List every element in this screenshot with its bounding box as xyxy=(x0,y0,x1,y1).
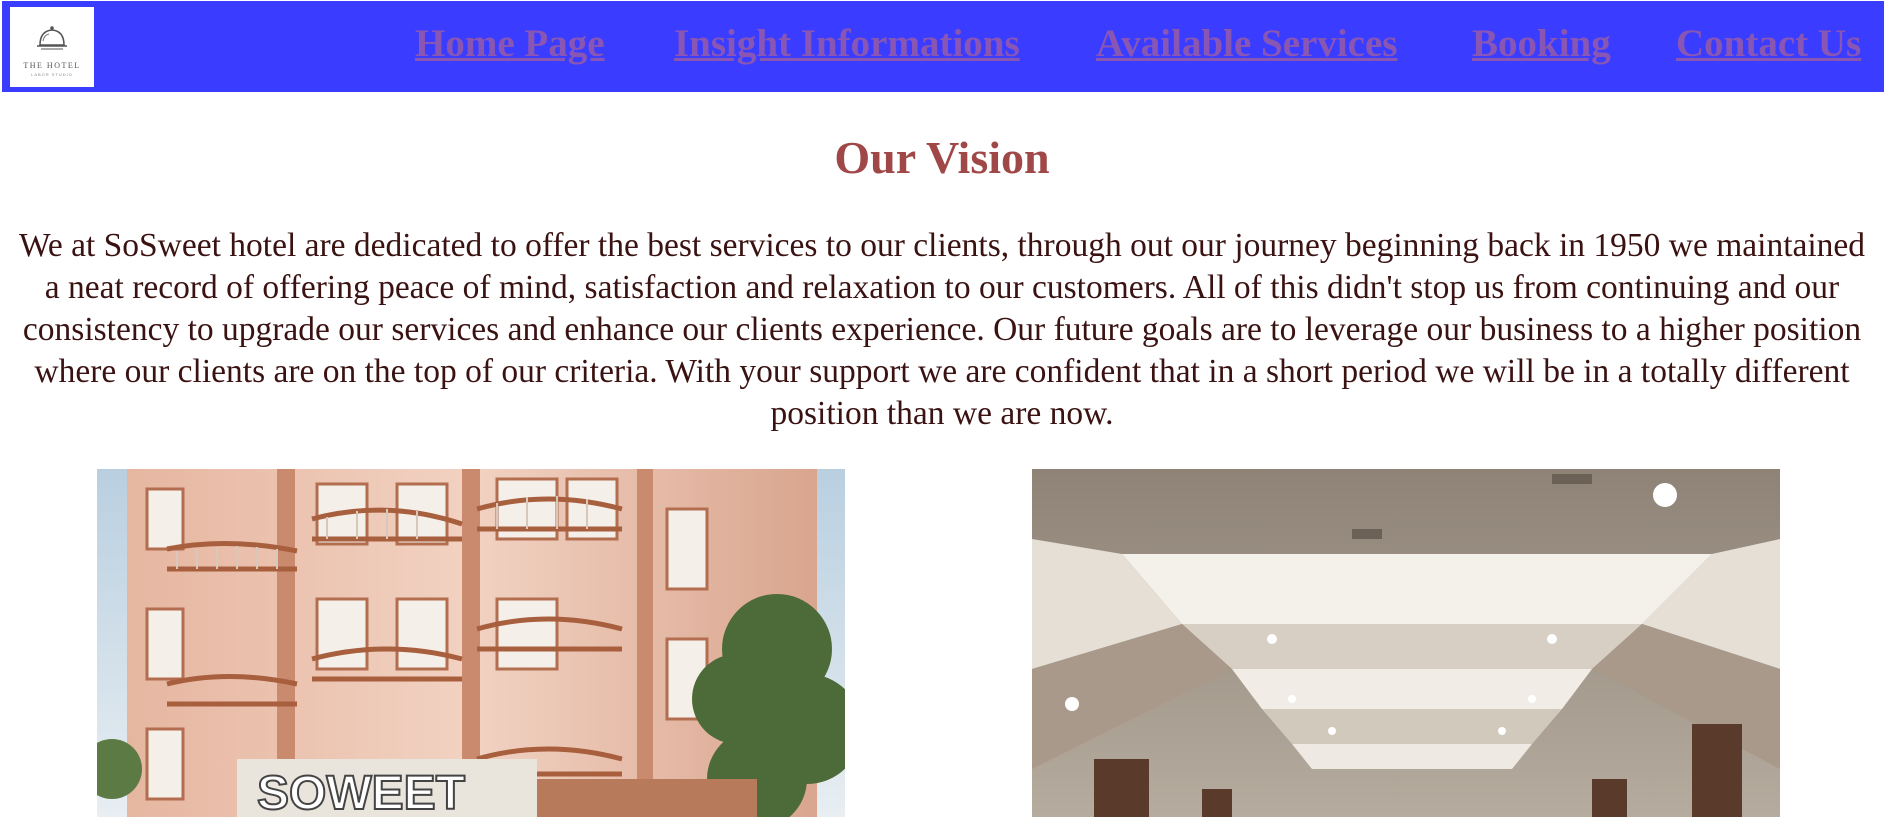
logo-name: THE HOTEL xyxy=(23,61,81,70)
nav-booking-link[interactable]: Booking xyxy=(1472,21,1611,68)
hotel-facade-image: SOWEET xyxy=(97,469,845,817)
nav-services-link[interactable]: Available Services xyxy=(1096,21,1397,68)
nav-home-link[interactable]: Home Page xyxy=(415,21,605,68)
page-title: Our Vision xyxy=(834,132,1050,183)
facade-sign-text: SOWEET xyxy=(257,767,465,817)
vision-paragraph: We at SoSweet hotel are dedicated to off… xyxy=(18,227,1866,432)
hotel-lobby-image xyxy=(1032,469,1780,817)
nav-insight-link[interactable]: Insight Informations xyxy=(674,21,1020,68)
top-navbar: THE HOTEL LABOR STUDIO Home Page Insight… xyxy=(2,1,1884,92)
nav-contact-link[interactable]: Contact Us xyxy=(1676,21,1861,68)
service-bell-icon xyxy=(37,26,67,50)
hotel-logo[interactable]: THE HOTEL LABOR STUDIO xyxy=(10,7,94,87)
logo-tagline: LABOR STUDIO xyxy=(31,72,73,77)
